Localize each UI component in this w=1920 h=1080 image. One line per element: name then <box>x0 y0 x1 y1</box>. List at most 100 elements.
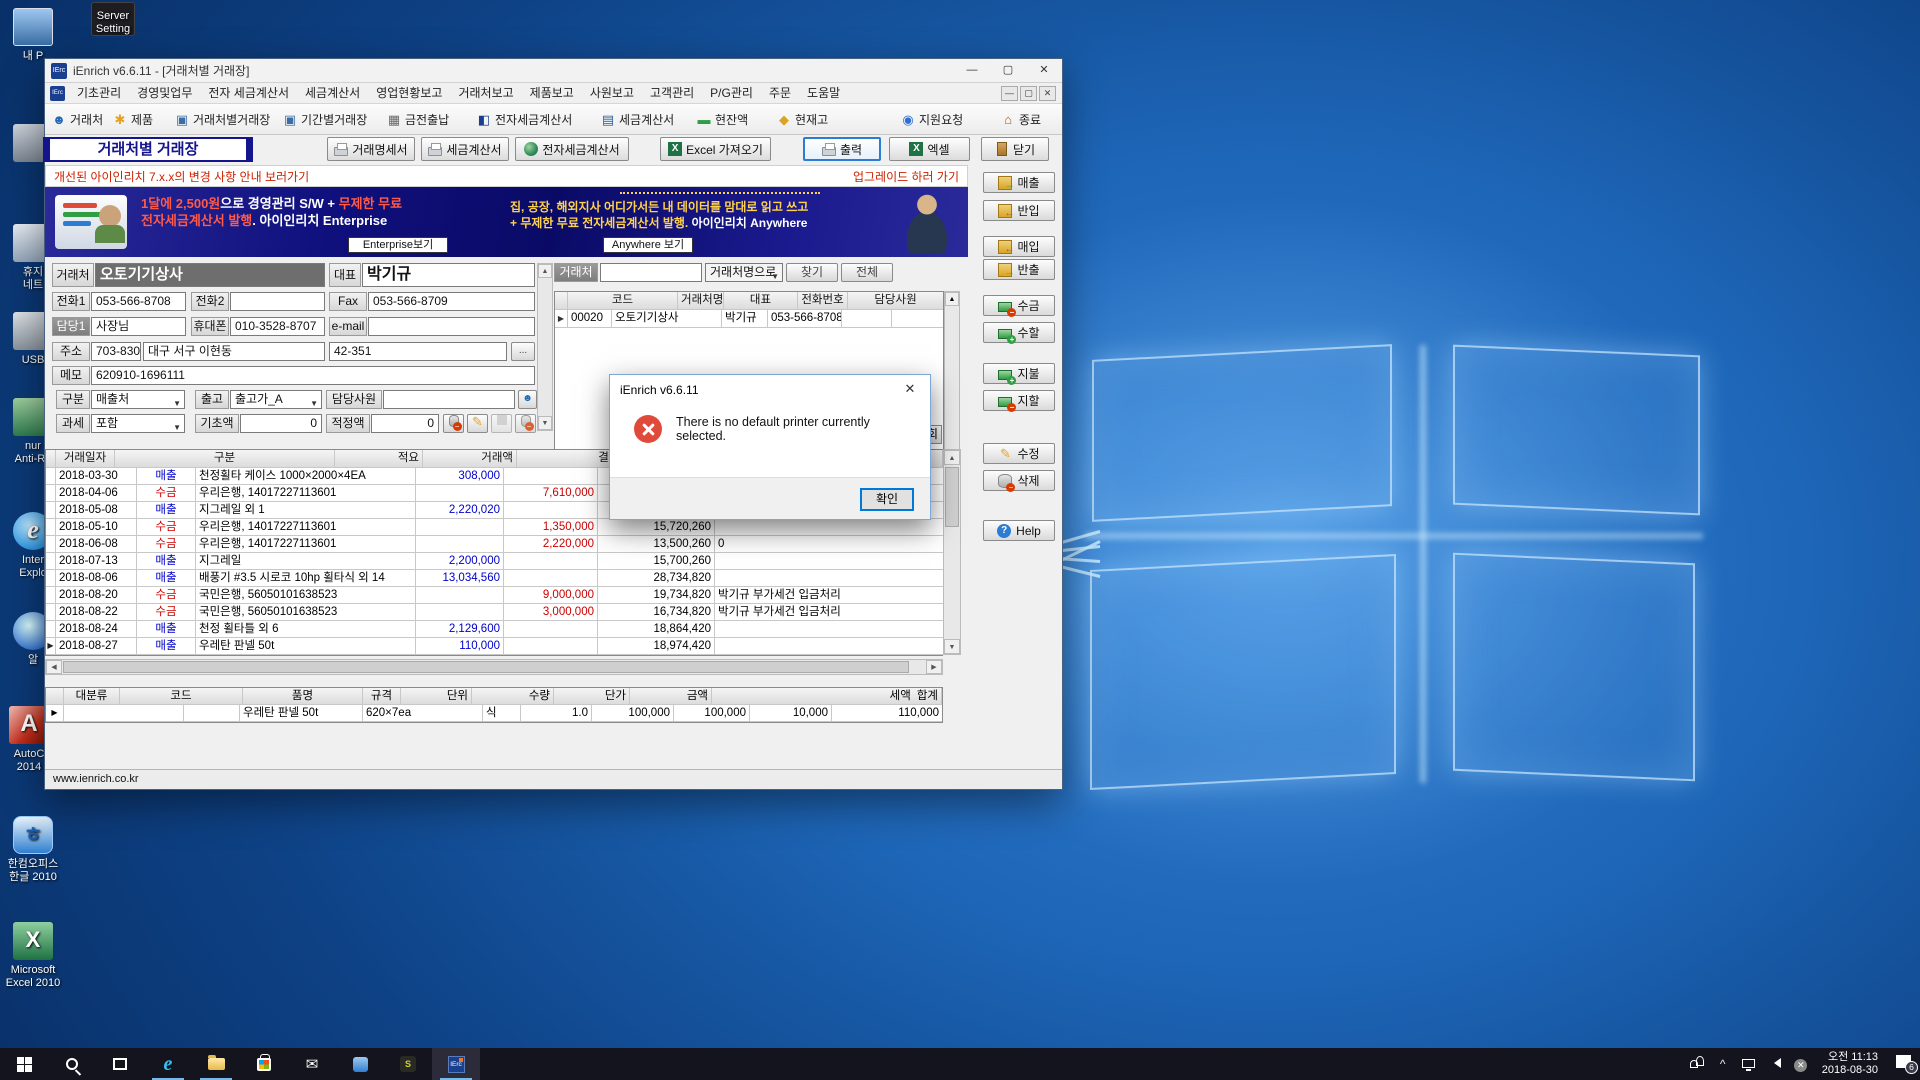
menu-item[interactable]: 사원보고 <box>582 83 642 103</box>
taskbar-search-button[interactable] <box>48 1048 96 1080</box>
mdi-restore-icon[interactable]: ▢ <box>1020 86 1037 101</box>
enterprise-button[interactable]: Enterprise보기 <box>348 237 448 253</box>
toolbar-button[interactable]: 금전출납 <box>383 107 453 132</box>
mobile-field[interactable]: 010-3528-8707 <box>230 317 325 336</box>
start-button[interactable] <box>0 1048 48 1080</box>
find-button[interactable]: 찾기 <box>786 263 838 282</box>
all-button[interactable]: 전체 <box>841 263 893 282</box>
ok-button[interactable]: 확인 <box>860 488 914 511</box>
close-button[interactable]: ✕ <box>1026 59 1062 83</box>
scroll-down-icon[interactable]: ▼ <box>944 639 960 654</box>
taskbar-store[interactable] <box>240 1048 288 1080</box>
taskbar-mail[interactable]: ✉ <box>288 1048 336 1080</box>
network-icon[interactable] <box>1736 1057 1762 1071</box>
memo-field[interactable]: 620910-1696111 <box>91 366 535 385</box>
base-amount-field[interactable]: 0 <box>240 414 322 433</box>
transactions-vscrollbar[interactable]: ▲ ▼ <box>943 449 961 655</box>
scrollbar-thumb[interactable] <box>945 467 959 527</box>
scroll-up-icon[interactable]: ▲ <box>944 450 960 465</box>
mdi-close-icon[interactable]: ✕ <box>1039 86 1056 101</box>
scroll-up-icon[interactable]: ▲ <box>945 292 959 306</box>
transaction-row[interactable]: 2018-06-08 수금 우리은행, 14017227113601 2,220… <box>46 536 943 553</box>
titlebar[interactable]: IErc iEnrich v6.6.11 - [거래처별 거래장] — ▢ ✕ <box>45 59 1062 83</box>
scroll-left-icon[interactable]: ◀ <box>46 660 62 674</box>
scrollbar-thumb[interactable] <box>63 661 909 673</box>
toolbar-button[interactable]: 제품 <box>109 107 157 132</box>
side-action-button[interactable]: 수금 <box>983 295 1055 316</box>
taskbar-ie[interactable]: e <box>144 1048 192 1080</box>
taskbar-ienrich[interactable]: IErc <box>432 1048 480 1080</box>
proper-amount-field[interactable]: 0 <box>371 414 439 433</box>
desktop-icon-hancom[interactable]: ㅎ한컴오피스 한글 2010 <box>0 816 70 884</box>
fax-field[interactable]: 053-566-8709 <box>368 292 535 311</box>
search-mode-dropdown[interactable]: 거래처명으로 <box>705 263 783 282</box>
minimize-button[interactable]: — <box>954 59 990 83</box>
toolbar-button[interactable]: 거래처별거래장 <box>171 107 274 132</box>
toolbar-button[interactable]: 거래처 <box>48 107 107 132</box>
action-button[interactable]: 출력 ▼ <box>803 137 881 161</box>
search-result-row[interactable]: ▶ 00020 오토기기상사 박기규 053-566-8708 <box>555 310 943 328</box>
desktop-icon-server-setting[interactable]: Server Setting <box>76 2 150 36</box>
anywhere-button[interactable]: Anywhere 보기 <box>603 237 693 253</box>
address2-field[interactable]: 42-351 <box>329 342 507 361</box>
action-button[interactable]: 닫기 ▼ <box>981 137 1049 161</box>
menu-item[interactable]: 경영및업무 <box>129 83 200 103</box>
address1-field[interactable]: 대구 서구 이현동 <box>143 342 325 361</box>
toolbar-button[interactable]: 현잔액 <box>693 107 752 132</box>
toolbar-button[interactable]: 지원요청 <box>897 107 967 132</box>
side-action-button[interactable]: 매입 <box>983 236 1055 257</box>
search-input[interactable] <box>600 263 702 282</box>
dialog-close-icon[interactable]: ✕ <box>890 375 930 405</box>
toolbar-button[interactable]: 기간별거래장 <box>279 107 371 132</box>
scroll-down-icon[interactable]: ▼ <box>538 416 552 430</box>
notice-link-right[interactable]: 업그레이드 하러 가기 <box>853 168 959 185</box>
scroll-right-icon[interactable]: ▶ <box>926 660 942 674</box>
side-action-button[interactable]: 수할 <box>983 322 1055 343</box>
zip-field[interactable]: 703-830 <box>91 342 141 361</box>
transaction-row[interactable]: 2018-08-06 매출 배풍기 #3.5 시로코 10hp 횔타식 외 14… <box>46 570 943 587</box>
action-button[interactable]: 엑셀 ▼ <box>889 137 970 161</box>
side-action-button[interactable]: Help <box>983 520 1055 541</box>
transactions-hscrollbar[interactable]: ◀ ▶ <box>45 659 943 675</box>
menu-item[interactable]: P/G관리 <box>702 83 761 103</box>
manager-field[interactable]: 사장님 <box>91 317 186 336</box>
save-record-button[interactable] <box>491 414 512 433</box>
desktop-icon-excel[interactable]: XMicrosoft Excel 2010 <box>0 922 70 990</box>
tel1-field[interactable]: 053-566-8708 <box>91 292 186 311</box>
menu-item[interactable]: 고객관리 <box>642 83 702 103</box>
taskbar-app-blue[interactable] <box>336 1048 384 1080</box>
menu-item[interactable]: 주문 <box>761 83 799 103</box>
taskbar-explorer[interactable] <box>192 1048 240 1080</box>
toolbar-button[interactable]: 전자세금계산서 <box>473 107 576 132</box>
desktop-icon-my-pc[interactable]: 내 P <box>0 8 70 63</box>
task-view-button[interactable] <box>96 1048 144 1080</box>
tel2-field[interactable] <box>230 292 325 311</box>
ship-price-dropdown[interactable]: 출고가_A <box>230 390 322 409</box>
mdi-minimize-icon[interactable]: — <box>1001 86 1018 101</box>
detail-row[interactable]: ▶ 우레탄 판넬 50t 620×7ea 식 1.0 100,000 100,0… <box>46 705 942 722</box>
side-action-button[interactable]: 반입 <box>983 200 1055 221</box>
add-record-button[interactable] <box>443 414 464 433</box>
transaction-row[interactable]: 2018-08-24 매출 천정 횔타틀 외 6 2,129,600 18,86… <box>46 621 943 638</box>
dialog-titlebar[interactable]: iEnrich v6.6.11 ✕ <box>610 375 930 405</box>
menu-item[interactable]: 영업현황보고 <box>368 83 450 103</box>
email-field[interactable] <box>368 317 535 336</box>
notification-center-button[interactable]: 6 <box>1886 1055 1920 1073</box>
side-action-button[interactable]: 지할 <box>983 390 1055 411</box>
menu-item[interactable]: 세금계산서 <box>297 83 368 103</box>
side-action-button[interactable]: 삭제 <box>983 470 1055 491</box>
side-action-button[interactable]: 지불 <box>983 363 1055 384</box>
delete-record-button[interactable] <box>515 414 536 433</box>
scroll-up-icon[interactable]: ▲ <box>538 264 552 278</box>
menu-item[interactable]: 전자 세금계산서 <box>200 83 297 103</box>
edit-record-button[interactable] <box>467 414 488 433</box>
staff-search-button[interactable] <box>518 390 537 409</box>
ceo-field[interactable]: 박기규 <box>362 263 535 287</box>
action-button[interactable]: 세금계산서 ▼ <box>421 137 509 161</box>
transaction-row[interactable]: 2018-08-27 매출 우레탄 판넬 50t 110,000 18,974,… <box>46 638 943 655</box>
toolbar-button[interactable]: 세금계산서 <box>597 107 678 132</box>
tray-chevron-icon[interactable]: ^ <box>1710 1057 1736 1071</box>
taskbar-sql-app[interactable]: S <box>384 1048 432 1080</box>
clock[interactable]: 오전 11:13 2018-08-30 <box>1822 1051 1878 1077</box>
transaction-row[interactable]: 2018-08-22 수금 국민은행, 56050101638523 3,000… <box>46 604 943 621</box>
